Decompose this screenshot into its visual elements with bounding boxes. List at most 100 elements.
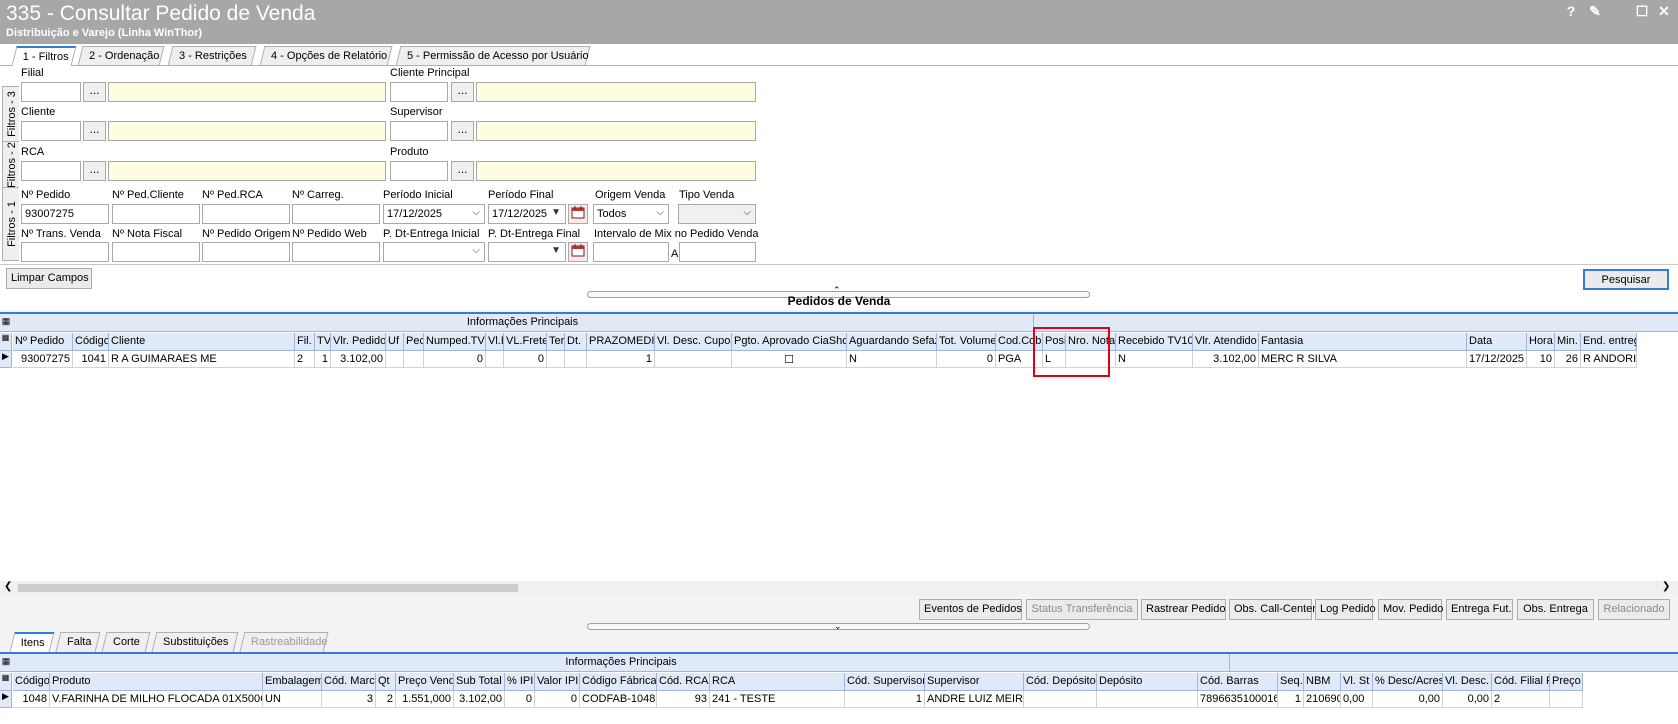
tab-corte[interactable]: Corte: [101, 632, 151, 652]
items-cell[interactable]: 0: [505, 691, 535, 708]
origem-venda-select[interactable]: Todos ⌵: [593, 204, 669, 224]
orders-cell[interactable]: 1041: [73, 351, 109, 368]
cliente-principal-code-input[interactable]: [390, 82, 448, 102]
close-icon[interactable]: ✕: [1654, 2, 1674, 20]
supervisor-lookup-button[interactable]: ...: [451, 121, 474, 141]
items-cell[interactable]: 1: [1278, 691, 1304, 708]
table-row[interactable]: ▶ 93007275 1041 R A GUIMARAES ME 2 1 3.102,00 0…: [0, 351, 1678, 369]
tab-filtros[interactable]: 1 - Filtros: [11, 46, 77, 66]
items-cell[interactable]: 1048: [13, 691, 50, 708]
tipo-venda-select[interactable]: ⌵: [678, 204, 756, 224]
rastrear-pedido-button[interactable]: Rastrear Pedido: [1141, 599, 1226, 620]
p-dt-entrega-final-date[interactable]: ▼: [488, 242, 566, 262]
tab-itens[interactable]: Itens: [9, 632, 55, 652]
items-cell[interactable]: 7896635100016: [1198, 691, 1278, 708]
nr-ped-cliente-input[interactable]: [112, 204, 200, 224]
orders-col-header[interactable]: Ter: [547, 333, 565, 351]
orders-cell[interactable]: 0: [424, 351, 486, 368]
tab-substituicoes[interactable]: Substituições: [151, 632, 239, 652]
items-cell[interactable]: V.FARINHA DE MILHO FLOCADA 01X500G: [50, 691, 263, 708]
items-cell[interactable]: 3: [322, 691, 376, 708]
nr-pedido-web-input[interactable]: [292, 242, 380, 262]
orders-col-header[interactable]: Nº Pedido: [13, 333, 73, 351]
nr-carreg-input[interactable]: [292, 204, 380, 224]
orders-cell[interactable]: [386, 351, 404, 368]
items-cell[interactable]: [1097, 691, 1198, 708]
items-col-header[interactable]: Preço Venda: [396, 673, 454, 691]
orders-cell[interactable]: [565, 351, 587, 368]
rca-name-field[interactable]: [108, 161, 386, 181]
orders-col-header[interactable]: Hora: [1527, 333, 1555, 351]
items-col-header[interactable]: Vl. Desc.: [1443, 673, 1492, 691]
grid-menu-icon[interactable]: ▦: [0, 673, 12, 691]
chevron-right-icon[interactable]: ❯: [1662, 581, 1670, 592]
nr-nota-fiscal-input[interactable]: [112, 242, 200, 262]
items-cell[interactable]: 21069010: [1304, 691, 1341, 708]
items-col-header[interactable]: Sub Total: [454, 673, 505, 691]
items-col-header[interactable]: Produto: [50, 673, 263, 691]
entrega-futura-button[interactable]: Entrega Fut.: [1446, 599, 1513, 620]
produto-name-field[interactable]: [476, 161, 756, 181]
tab-rastreabilidade[interactable]: Rastreabilidade: [239, 632, 329, 652]
eventos-pedidos-button[interactable]: Eventos de Pedidos: [919, 599, 1022, 620]
maximize-icon[interactable]: ☐: [1632, 2, 1652, 20]
orders-cell[interactable]: [486, 351, 504, 368]
filial-lookup-button[interactable]: ...: [83, 82, 106, 102]
items-col-header[interactable]: % IPI: [505, 673, 535, 691]
orders-cell[interactable]: 0: [504, 351, 547, 368]
orders-col-header[interactable]: Pgto. Aprovado CiaShop: [732, 333, 847, 351]
items-cell[interactable]: [1550, 691, 1583, 708]
tab-restricoes[interactable]: 3 - Restrições: [167, 46, 257, 66]
p-dt-entrega-inicial-date[interactable]: ⌵: [383, 242, 485, 262]
items-cell[interactable]: [1024, 691, 1097, 708]
orders-col-header[interactable]: Pec: [404, 333, 424, 351]
orders-col-header[interactable]: End. entrega: [1581, 333, 1637, 351]
mov-pedido-button[interactable]: Mov. Pedido: [1378, 599, 1443, 620]
orders-cell[interactable]: R A GUIMARAES ME: [109, 351, 295, 368]
orders-col-header[interactable]: Uf: [386, 333, 404, 351]
scrollbar-thumb[interactable]: [18, 584, 518, 592]
items-col-header[interactable]: Supervisor: [925, 673, 1024, 691]
orders-col-header[interactable]: TV: [315, 333, 331, 351]
side-tab-filtros-3[interactable]: Filtros - 3: [2, 86, 19, 142]
orders-cell[interactable]: 26: [1555, 351, 1581, 368]
orders-col-header[interactable]: Data: [1467, 333, 1527, 351]
orders-cell[interactable]: 10: [1527, 351, 1555, 368]
orders-col-header[interactable]: Recebido TV10: [1116, 333, 1193, 351]
tab-opcoes-relatorio[interactable]: 4 - Opções de Relatório: [259, 46, 393, 66]
items-col-header[interactable]: Seq.: [1278, 673, 1304, 691]
items-col-header[interactable]: Cód. Depósito: [1024, 673, 1097, 691]
cliente-name-field[interactable]: [108, 121, 386, 141]
items-cell[interactable]: 1: [845, 691, 925, 708]
items-col-header[interactable]: % Desc/Acresc: [1373, 673, 1443, 691]
items-cell[interactable]: 2: [376, 691, 396, 708]
orders-col-header[interactable]: VL.Frete: [504, 333, 547, 351]
tab-permissao-acesso[interactable]: 5 - Permissão de Acesso por Usuário: [395, 46, 591, 66]
orders-cell[interactable]: 3.102,00: [1193, 351, 1259, 368]
items-cell[interactable]: 0,00: [1443, 691, 1492, 708]
filial-code-input[interactable]: [21, 82, 81, 102]
orders-col-header[interactable]: Min.: [1555, 333, 1581, 351]
supervisor-name-field[interactable]: [476, 121, 756, 141]
items-col-header[interactable]: Código: [13, 673, 50, 691]
items-cell[interactable]: CODFAB-1048: [580, 691, 657, 708]
items-col-header[interactable]: Cód. RCA: [657, 673, 710, 691]
items-col-header[interactable]: Depósito: [1097, 673, 1198, 691]
produto-code-input[interactable]: [390, 161, 448, 181]
items-col-header[interactable]: Cód. Supervisor: [845, 673, 925, 691]
chevron-down-icon[interactable]: ⌄: [834, 621, 842, 632]
orders-col-header[interactable]: Vlr. Pedido: [331, 333, 386, 351]
obs-call-center-button[interactable]: Obs. Call-Center: [1229, 599, 1316, 620]
nr-trans-venda-input[interactable]: [21, 242, 109, 262]
items-cell[interactable]: UN: [263, 691, 322, 708]
relacionado-button[interactable]: Relacionado: [1598, 599, 1670, 620]
orders-cell[interactable]: 1: [315, 351, 331, 368]
orders-cell[interactable]: 1: [587, 351, 655, 368]
nr-pedido-input[interactable]: 93007275: [21, 204, 109, 224]
rca-lookup-button[interactable]: ...: [83, 161, 106, 181]
tab-falta[interactable]: Falta: [55, 632, 101, 652]
intervalo-mix-start-input[interactable]: [593, 242, 669, 262]
orders-col-header[interactable]: Tot. Volume: [937, 333, 996, 351]
orders-cell[interactable]: MERC R SILVA: [1259, 351, 1467, 368]
cliente-principal-lookup-button[interactable]: ...: [451, 82, 474, 102]
